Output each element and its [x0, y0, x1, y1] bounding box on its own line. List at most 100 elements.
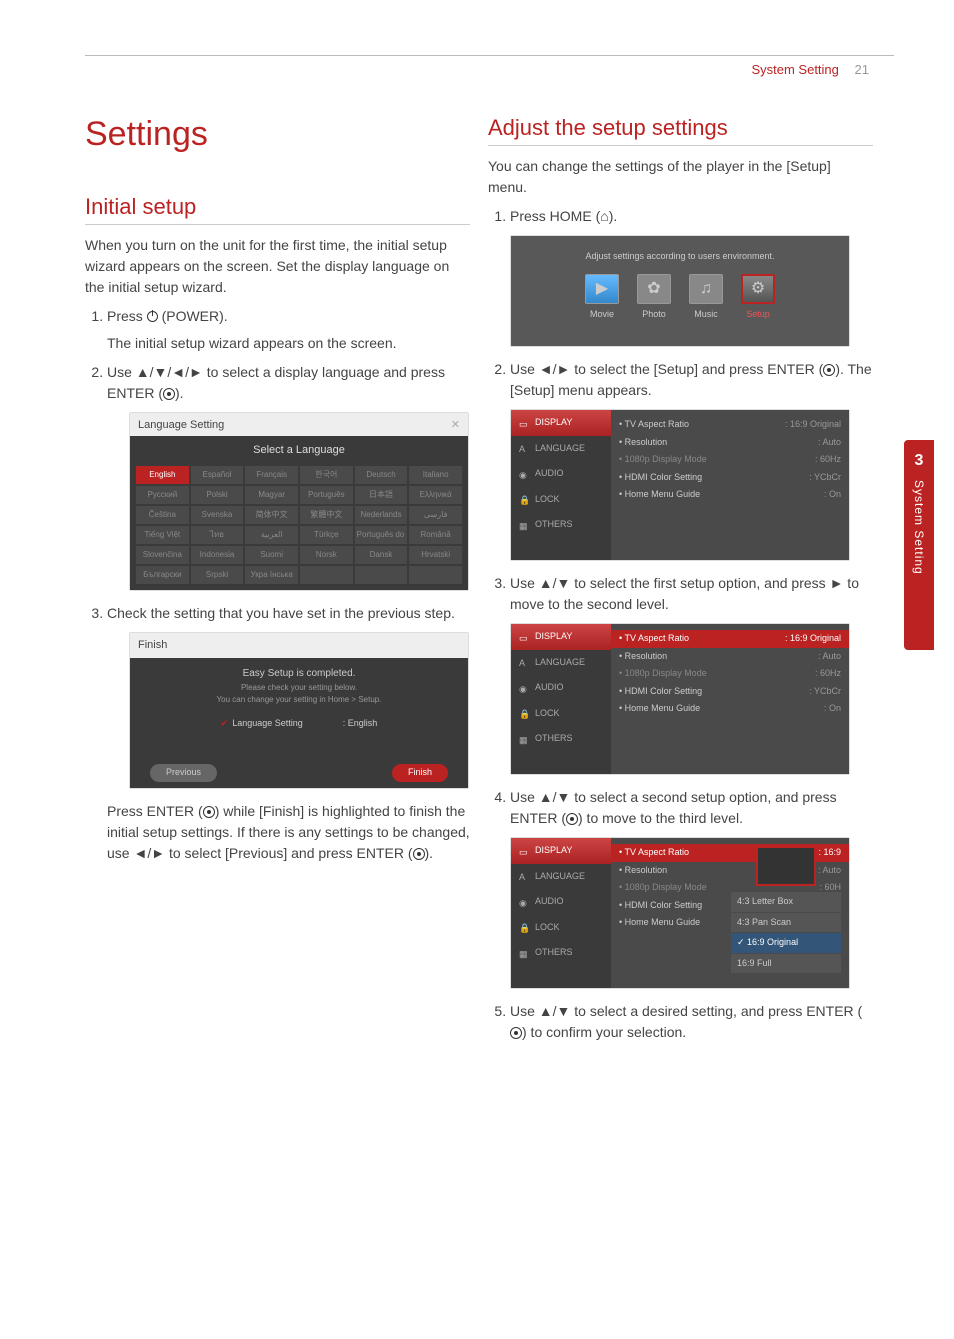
left-step1-sub: The initial setup wizard appears on the … [107, 333, 470, 354]
setup-tab-others: ▦OTHERS [511, 512, 611, 538]
language-option: Norsk [300, 546, 353, 564]
left-steps: Press (POWER). The initial setup wizard … [85, 306, 470, 864]
setup-tab-display: ▭DISPLAY [511, 410, 611, 436]
right-steps: Press HOME (⌂). Adjust settings accordin… [488, 206, 873, 1043]
language-option: Suomi [245, 546, 298, 564]
setup-tab-lock: 🔒LOCK [511, 915, 611, 941]
enter-icon [823, 364, 835, 376]
language-option: Deutsch [355, 466, 408, 484]
language-option: Português do Brasil [355, 526, 408, 544]
close-icon: ✕ [451, 417, 460, 434]
setup-row: • Resolution: Auto [619, 648, 841, 666]
header-section: System Setting [751, 62, 838, 77]
right-column: Adjust the setup settings You can change… [488, 115, 873, 1051]
language-option: 한국어 [300, 466, 353, 484]
setup-tab-lock: 🔒LOCK [511, 487, 611, 513]
language-option [300, 566, 353, 584]
language-option: Türkçe [300, 526, 353, 544]
page-header: System Setting 21 [751, 62, 869, 77]
side-tab: 3 System Setting [904, 440, 934, 650]
setup-screenshot-3: ▭DISPLAYALANGUAGE◉AUDIO🔒LOCK▦OTHERS• TV … [510, 837, 850, 989]
language-option: Čeština [136, 506, 189, 524]
setup-tab-audio: ◉AUDIO [511, 461, 611, 487]
right-step-5: Use ▲/▼ to select a desired setting, and… [510, 1001, 873, 1043]
setup-row: • TV Aspect Ratio: 16:9 Original [611, 630, 849, 648]
enter-icon [413, 848, 425, 860]
check-icon: ✔ [221, 718, 229, 728]
right-step-1: Press HOME (⌂). Adjust settings accordin… [510, 206, 873, 347]
setup-row: • TV Aspect Ratio: 16:9 Original [619, 416, 841, 434]
setup-tab-language: ALANGUAGE [511, 864, 611, 890]
enter-icon [510, 1027, 522, 1039]
language-option: Italiano [409, 466, 462, 484]
language-option: ไทย [191, 526, 244, 544]
initial-heading: Initial setup [85, 194, 470, 225]
finish-button: Finish [392, 764, 448, 782]
setup-row: • Home Menu Guide: On [619, 486, 841, 504]
language-option: Español [191, 466, 244, 484]
setup-row: • HDMI Color Setting: YCbCr [619, 683, 841, 701]
side-tab-number: 3 [915, 452, 924, 470]
language-option: English [136, 466, 189, 484]
setup-tab-language: ALANGUAGE [511, 436, 611, 462]
language-option: Svenska [191, 506, 244, 524]
left-column: Settings Initial setup When you turn on … [85, 115, 470, 872]
right-step-2: Use ◄/► to select the [Setup] and press … [510, 359, 873, 561]
setup-tab-language: ALANGUAGE [511, 650, 611, 676]
left-step-3: Check the setting that you have set in t… [107, 603, 470, 864]
setup-tab-lock: 🔒LOCK [511, 701, 611, 727]
setup-row: • 1080p Display Mode: 60Hz [619, 451, 841, 469]
language-option: Magyar [245, 486, 298, 504]
setup-row: • Resolution: Auto [619, 434, 841, 452]
language-option: Български [136, 566, 189, 584]
language-screenshot: Language Setting✕ Select a Language Engl… [129, 412, 469, 591]
enter-icon [203, 806, 215, 818]
setup-screenshot-2: ▭DISPLAYALANGUAGE◉AUDIO🔒LOCK▦OTHERS • TV … [510, 623, 850, 775]
aspect-option: ✓ 16:9 Original [731, 933, 841, 953]
left-step-1: Press (POWER). The initial setup wizard … [107, 306, 470, 354]
language-option: Slovenčina [136, 546, 189, 564]
language-option: Português [300, 486, 353, 504]
right-step-3: Use ▲/▼ to select the first setup option… [510, 573, 873, 775]
aspect-popup: 4:3 Letter Box4:3 Pan Scan✓ 16:9 Origina… [731, 846, 841, 973]
language-option: 简体中文 [245, 506, 298, 524]
setup-tab-others: ▦OTHERS [511, 726, 611, 752]
setup-tab-display: ▭DISPLAY [511, 624, 611, 650]
language-option: العربية [245, 526, 298, 544]
enter-icon [163, 388, 175, 400]
language-option: Tiếng Việt [136, 526, 189, 544]
home-tile-movie: ▶Movie [585, 274, 619, 322]
setup-tab-others: ▦OTHERS [511, 940, 611, 966]
adjust-intro: You can change the settings of the playe… [488, 156, 873, 198]
language-grid: EnglishEspañolFrançais한국어DeutschItaliano… [130, 460, 468, 590]
language-option: Dansk [355, 546, 408, 564]
header-page: 21 [855, 62, 869, 77]
home-tile-music: ♫Music [689, 274, 723, 322]
language-option: Română [409, 526, 462, 544]
language-option: Nederlands [355, 506, 408, 524]
home-screenshot: Adjust settings according to users envir… [510, 235, 850, 347]
language-option: Indonesia [191, 546, 244, 564]
side-tab-label: System Setting [912, 480, 926, 575]
power-icon [147, 311, 158, 322]
language-option: Français [245, 466, 298, 484]
aspect-option: 4:3 Letter Box [731, 892, 841, 912]
setup-screenshot-1: ▭DISPLAYALANGUAGE◉AUDIO🔒LOCK▦OTHERS • TV … [510, 409, 850, 561]
language-option: 繁體中文 [300, 506, 353, 524]
language-option: Hrvatski [409, 546, 462, 564]
setup-tab-audio: ◉AUDIO [511, 675, 611, 701]
left-step-2: Use ▲/▼/◄/► to select a display language… [107, 362, 470, 591]
header-rule [85, 55, 894, 56]
aspect-option: 4:3 Pan Scan [731, 913, 841, 933]
home-tile-photo: ✿Photo [637, 274, 671, 322]
aspect-option: 16:9 Full [731, 954, 841, 974]
setup-row: • HDMI Color Setting: YCbCr [619, 469, 841, 487]
language-option: فارسی [409, 506, 462, 524]
right-step-4: Use ▲/▼ to select a second setup option,… [510, 787, 873, 989]
home-icon: ⌂ [600, 208, 608, 224]
setup-row: • 1080p Display Mode: 60Hz [619, 665, 841, 683]
initial-intro: When you turn on the unit for the first … [85, 235, 470, 298]
language-option: Polski [191, 486, 244, 504]
language-option: Русский [136, 486, 189, 504]
setup-tab-audio: ◉AUDIO [511, 889, 611, 915]
